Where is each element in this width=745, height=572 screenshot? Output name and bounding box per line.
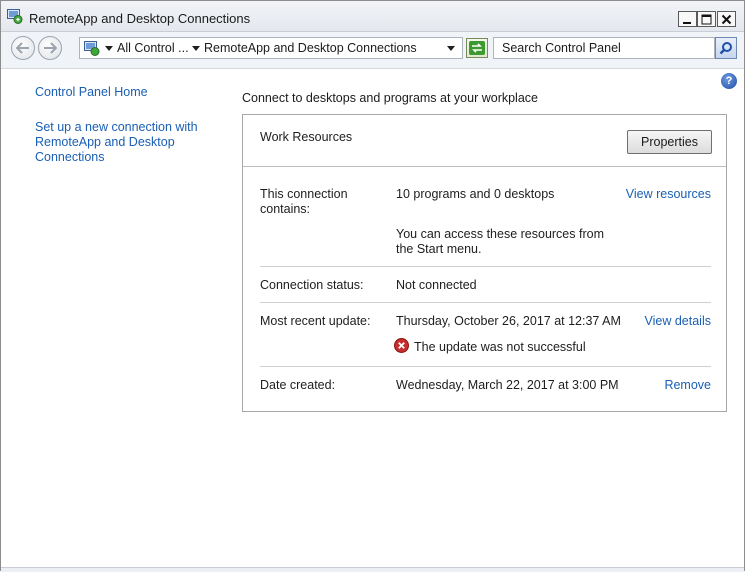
connection-name: Work Resources [260, 130, 353, 144]
search-input[interactable]: Search Control Panel [493, 37, 715, 59]
close-button[interactable] [717, 11, 736, 27]
maximize-button[interactable] [697, 11, 716, 27]
maximize-icon [701, 14, 712, 24]
back-button[interactable] [11, 36, 35, 60]
created-value: Wednesday, March 22, 2017 at 3:00 PM [396, 378, 619, 392]
page-heading: Connect to desktops and programs at your… [242, 91, 538, 105]
window: RemoteApp and Desktop Connections All Co… [0, 0, 745, 572]
breadcrumb-all-control-panel[interactable]: All Control ... [117, 41, 189, 55]
search-button[interactable] [715, 37, 737, 59]
back-arrow-icon [16, 42, 29, 54]
remove-link[interactable]: Remove [664, 378, 711, 392]
status-bar [1, 567, 744, 572]
forward-button[interactable] [38, 36, 62, 60]
setup-new-connection-link[interactable]: Set up a new connection with RemoteApp a… [35, 120, 205, 165]
access-note: You can access these resources from the … [396, 227, 604, 256]
navigation-bar: All Control ... RemoteApp and Desktop Co… [1, 32, 744, 69]
connection-panel: Work Resources Properties This connectio… [242, 114, 727, 412]
control-panel-icon [84, 41, 100, 56]
minimize-icon [683, 21, 691, 24]
help-icon[interactable]: ? [721, 73, 737, 89]
control-panel-home-link[interactable]: Control Panel Home [35, 85, 148, 99]
update-error-message: The update was not successful [414, 340, 586, 354]
forward-arrow-icon [44, 42, 57, 54]
status-label: Connection status: [260, 278, 364, 292]
row-divider [260, 366, 711, 367]
search-icon [719, 42, 732, 55]
refresh-button[interactable] [466, 38, 488, 58]
address-history-dropdown-icon[interactable] [447, 46, 455, 51]
row-divider [260, 302, 711, 303]
contains-label: This connection contains: [260, 187, 348, 216]
breadcrumb-current[interactable]: RemoteApp and Desktop Connections [204, 41, 417, 55]
update-label: Most recent update: [260, 314, 371, 328]
window-title: RemoteApp and Desktop Connections [29, 11, 251, 26]
row-divider [260, 266, 711, 267]
view-resources-link[interactable]: View resources [626, 187, 711, 201]
contains-value: 10 programs and 0 desktops [396, 187, 555, 201]
breadcrumb-separator-icon[interactable] [192, 46, 200, 51]
close-icon [721, 14, 732, 24]
minimize-button[interactable] [678, 11, 697, 27]
properties-button[interactable]: Properties [627, 130, 712, 154]
title-bar[interactable]: RemoteApp and Desktop Connections [1, 1, 744, 32]
remoteapp-icon [7, 9, 23, 24]
refresh-icon [469, 41, 485, 55]
address-bar[interactable]: All Control ... RemoteApp and Desktop Co… [79, 37, 463, 59]
view-details-link[interactable]: View details [645, 314, 711, 328]
panel-header-divider [243, 166, 726, 167]
breadcrumb-dropdown-icon[interactable] [105, 46, 113, 51]
created-label: Date created: [260, 378, 336, 392]
error-icon [394, 338, 409, 353]
status-value: Not connected [396, 278, 477, 292]
update-value: Thursday, October 26, 2017 at 12:37 AM [396, 314, 621, 328]
